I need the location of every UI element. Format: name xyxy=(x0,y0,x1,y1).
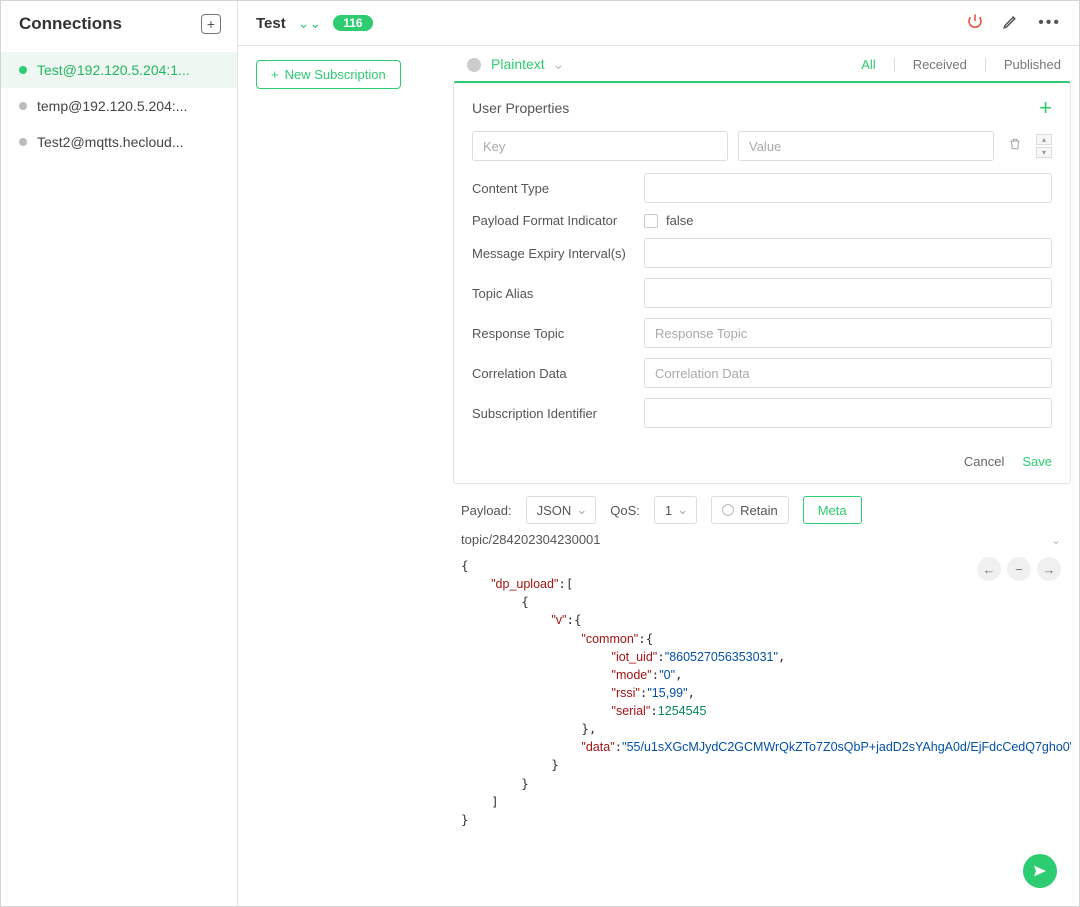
plus-icon: + xyxy=(201,14,221,34)
property-key-input[interactable] xyxy=(472,131,728,161)
connections-title: Connections xyxy=(19,14,122,34)
caret-down-icon[interactable]: ▾ xyxy=(1036,147,1052,158)
pencil-icon xyxy=(1002,12,1020,30)
cancel-button[interactable]: Cancel xyxy=(964,454,1004,469)
edit-button[interactable] xyxy=(1002,12,1020,35)
connection-item[interactable]: Test2@mqtts.hecloud... xyxy=(1,124,237,160)
more-button[interactable]: ••• xyxy=(1038,14,1061,32)
delete-property-button[interactable] xyxy=(1004,137,1026,155)
editor-back-button[interactable]: ← xyxy=(977,557,1001,581)
property-order-stepper[interactable]: ▴ ▾ xyxy=(1036,134,1052,158)
response-topic-label: Response Topic xyxy=(472,326,644,341)
status-dot xyxy=(19,66,27,74)
user-properties-title: User Properties xyxy=(472,100,569,116)
radio-icon xyxy=(722,504,734,516)
status-dot xyxy=(467,58,481,72)
add-connection-button[interactable]: + xyxy=(199,12,223,36)
connection-label: Test@192.120.5.204:1... xyxy=(37,62,190,78)
message-filter-tabs: All Received Published xyxy=(861,57,1061,72)
tab-received[interactable]: Received xyxy=(913,57,967,72)
plus-icon: + xyxy=(271,67,279,82)
retain-toggle[interactable]: Retain xyxy=(711,496,789,524)
collapse-editor-icon[interactable]: ⌄ xyxy=(1051,533,1061,547)
property-value-input[interactable] xyxy=(738,131,994,161)
connection-list: Test@192.120.5.204:1... temp@192.120.5.20… xyxy=(1,46,237,160)
payload-bar: Payload: JSON QoS: 1 Retain Meta xyxy=(453,484,1079,530)
disconnect-button[interactable] xyxy=(966,12,984,35)
message-expiry-input[interactable] xyxy=(644,238,1052,268)
new-subscription-button[interactable]: + New Subscription xyxy=(256,60,401,89)
payload-editor[interactable]: { "dp_upload":[ { "v":{ "common":{ "iot_… xyxy=(461,553,1071,829)
status-dot xyxy=(19,102,27,110)
dots-icon: ••• xyxy=(1038,14,1061,31)
payload-format-select[interactable]: JSON xyxy=(526,496,597,524)
save-button[interactable]: Save xyxy=(1022,454,1052,469)
connection-label: Test2@mqtts.hecloud... xyxy=(37,134,184,150)
response-topic-input[interactable] xyxy=(644,318,1052,348)
send-button[interactable] xyxy=(1023,854,1057,888)
tab-published[interactable]: Published xyxy=(1004,57,1061,72)
status-dot xyxy=(19,138,27,146)
tab-all[interactable]: All xyxy=(861,57,875,72)
editor-minus-button[interactable]: − xyxy=(1007,557,1031,581)
payload-format-indicator-label: Payload Format Indicator xyxy=(472,213,644,228)
message-expiry-label: Message Expiry Interval(s) xyxy=(472,246,644,261)
connection-name: Test xyxy=(256,15,286,32)
trash-icon xyxy=(1008,137,1022,151)
connection-item[interactable]: temp@192.120.5.204:... xyxy=(1,88,237,124)
user-properties-panel: User Properties + ▴ ▾ xyxy=(453,81,1071,484)
top-bar: Test ⌄⌄ 116 ••• xyxy=(238,1,1079,46)
power-icon xyxy=(966,12,984,30)
send-icon xyxy=(1032,863,1048,879)
content-type-label: Content Type xyxy=(472,181,644,196)
format-label: Plaintext xyxy=(491,56,545,72)
add-property-button[interactable]: + xyxy=(1039,97,1052,119)
correlation-data-input[interactable] xyxy=(644,358,1052,388)
editor-forward-button[interactable]: → xyxy=(1037,557,1061,581)
content-type-input[interactable] xyxy=(644,173,1052,203)
payload-format-value: JSON xyxy=(537,503,572,518)
payload-format-indicator-checkbox[interactable] xyxy=(644,214,658,228)
connection-item[interactable]: Test@192.120.5.204:1... xyxy=(1,52,237,88)
message-count-badge: 116 xyxy=(333,15,372,31)
retain-label: Retain xyxy=(740,503,778,518)
new-subscription-label: New Subscription xyxy=(285,67,386,82)
payload-format-indicator-value: false xyxy=(666,213,693,228)
topic-input[interactable]: topic/284202304230001 xyxy=(461,532,601,547)
topic-alias-input[interactable] xyxy=(644,278,1052,308)
chevron-down-icon: ⌄ xyxy=(553,56,565,72)
topic-alias-label: Topic Alias xyxy=(472,286,644,301)
qos-value: 1 xyxy=(665,503,672,518)
correlation-data-label: Correlation Data xyxy=(472,366,644,381)
meta-button[interactable]: Meta xyxy=(803,496,862,524)
caret-up-icon[interactable]: ▴ xyxy=(1036,134,1052,145)
qos-label: QoS: xyxy=(610,503,640,518)
subscription-identifier-label: Subscription Identifier xyxy=(472,406,644,421)
format-dropdown[interactable]: Plaintext ⌄ xyxy=(491,56,564,73)
payload-label: Payload: xyxy=(461,503,512,518)
subscription-identifier-input[interactable] xyxy=(644,398,1052,428)
expand-icon[interactable]: ⌄⌄ xyxy=(298,15,321,32)
sidebar: Connections + Test@192.120.5.204:1... tem… xyxy=(1,1,238,906)
qos-select[interactable]: 1 xyxy=(654,496,697,524)
connection-label: temp@192.120.5.204:... xyxy=(37,98,187,114)
